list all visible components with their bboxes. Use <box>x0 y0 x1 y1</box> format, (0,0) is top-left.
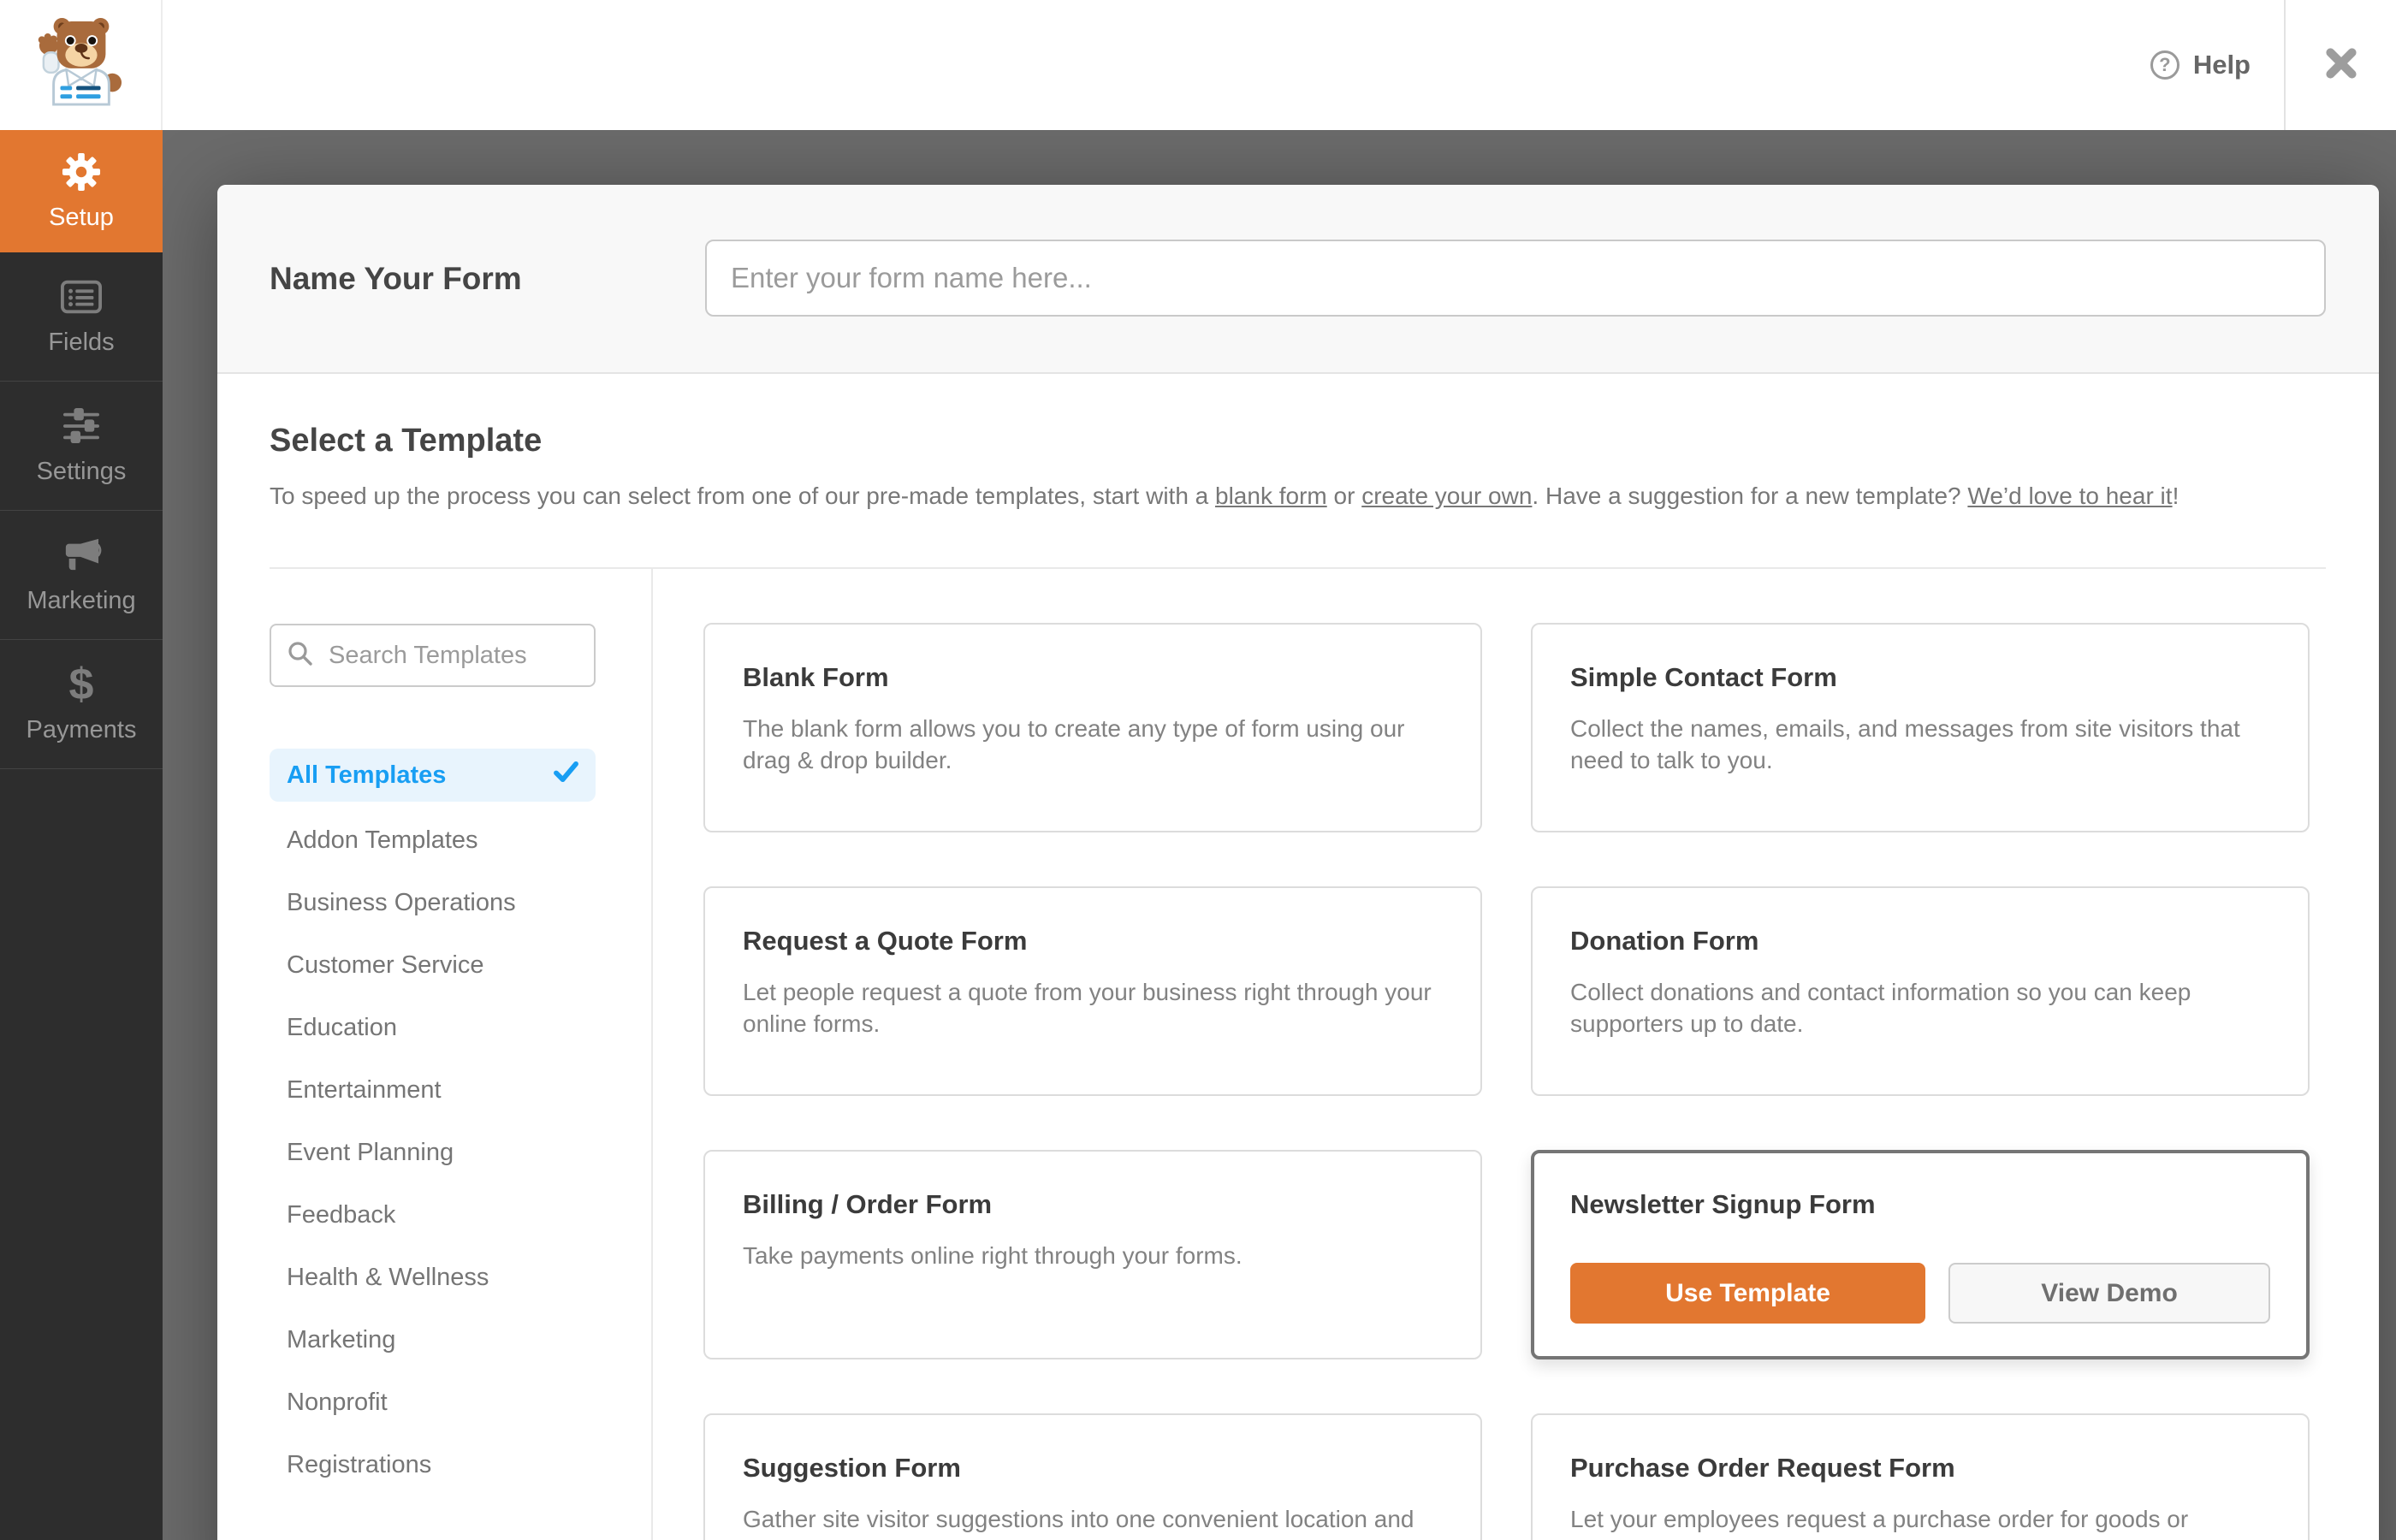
help-question-icon: ? <box>2150 50 2180 80</box>
template-description: Let people request a quote from your bus… <box>743 979 1432 1037</box>
category-label: Addon Templates <box>287 826 478 854</box>
sidebar-item-marketing[interactable]: Marketing <box>0 511 163 640</box>
name-your-form-bar: Name Your Form <box>217 185 2379 374</box>
description-text: ! <box>2172 483 2180 509</box>
template-title: Purchase Order Request Form <box>1570 1453 1955 1483</box>
category-entertainment[interactable]: Entertainment <box>270 1059 596 1122</box>
template-card-request-a-quote-form[interactable]: Request a Quote Form Let people request … <box>703 886 1482 1096</box>
category-label: Customer Service <box>287 951 484 979</box>
wpforms-logo <box>0 0 163 130</box>
template-card-blank-form[interactable]: Blank Form The blank form allows you to … <box>703 623 1482 832</box>
template-title: Blank Form <box>743 662 889 692</box>
category-label: Marketing <box>287 1326 396 1353</box>
gear-icon <box>62 151 101 192</box>
category-customer-service[interactable]: Customer Service <box>270 934 596 997</box>
suggestion-link[interactable]: We’d love to hear it <box>1967 483 2172 509</box>
check-icon <box>554 761 578 790</box>
form-name-input[interactable] <box>705 240 2326 317</box>
blank-form-link[interactable]: blank form <box>1215 483 1327 509</box>
search-icon <box>287 640 314 672</box>
template-description: Collect donations and contact informatio… <box>1570 979 2191 1037</box>
setup-panel: Name Your Form Select a Template To spee… <box>217 185 2379 1540</box>
category-label: Nonprofit <box>287 1389 388 1416</box>
category-label: Event Planning <box>287 1139 454 1166</box>
template-title: Simple Contact Form <box>1570 662 1837 692</box>
top-header: ? Help <box>0 0 2396 130</box>
template-title: Request a Quote Form <box>743 926 1028 956</box>
name-your-form-label: Name Your Form <box>270 260 522 296</box>
description-text: . Have a suggestion for a new template? <box>1532 483 1968 509</box>
template-card-billing-order-form[interactable]: Billing / Order Form Take payments onlin… <box>703 1150 1482 1359</box>
category-feedback[interactable]: Feedback <box>270 1184 596 1247</box>
close-icon <box>2323 45 2359 86</box>
category-label: Feedback <box>287 1201 396 1229</box>
template-card-purchase-order-request-form[interactable]: Purchase Order Request Form Let your emp… <box>1531 1413 2310 1540</box>
category-registrations[interactable]: Registrations <box>270 1434 596 1496</box>
template-description: Let your employees request a purchase or… <box>1570 1506 2189 1540</box>
create-your-own-link[interactable]: create your own <box>1361 483 1532 509</box>
megaphone-icon <box>61 535 102 576</box>
category-nonprofit[interactable]: Nonprofit <box>270 1371 596 1434</box>
category-business-operations[interactable]: Business Operations <box>270 872 596 934</box>
close-builder-button[interactable] <box>2286 0 2396 130</box>
sidebar-item-payments[interactable]: $ Payments <box>0 640 163 769</box>
template-description: Gather site visitor suggestions into one… <box>743 1506 1414 1540</box>
sidebar-item-fields[interactable]: Fields <box>0 252 163 382</box>
search-templates-box <box>270 624 596 687</box>
template-title: Donation Form <box>1570 926 1759 956</box>
category-event-planning[interactable]: Event Planning <box>270 1122 596 1184</box>
sidebar-item-label: Setup <box>49 203 114 231</box>
template-card-donation-form[interactable]: Donation Form Collect donations and cont… <box>1531 886 2310 1096</box>
template-content: Select a Template To speed up the proces… <box>217 422 2379 1540</box>
sidebar-item-label: Marketing <box>27 587 136 614</box>
template-category-list: All Templates Addon Templates Business O… <box>270 749 596 1496</box>
sliders-icon <box>62 406 101 447</box>
category-addon-templates[interactable]: Addon Templates <box>270 809 596 872</box>
sidebar-item-settings[interactable]: Settings <box>0 382 163 511</box>
sidebar-item-label: Fields <box>48 329 115 356</box>
category-label: Education <box>287 1014 397 1041</box>
category-label: Health & Wellness <box>287 1264 489 1291</box>
category-marketing[interactable]: Marketing <box>270 1309 596 1371</box>
template-description: Take payments online right through your … <box>743 1242 1242 1269</box>
builder-sidebar: Setup Fields Settings Marketing $ Paymen… <box>0 130 163 1540</box>
sidebar-item-label: Payments <box>26 716 137 743</box>
template-card-suggestion-form[interactable]: Suggestion Form Gather site visitor sugg… <box>703 1413 1482 1540</box>
use-template-button[interactable]: Use Template <box>1570 1263 1926 1324</box>
template-filter-pane: All Templates Addon Templates Business O… <box>270 569 653 1540</box>
category-label: All Templates <box>287 761 447 789</box>
category-health-wellness[interactable]: Health & Wellness <box>270 1247 596 1309</box>
category-label: Business Operations <box>287 889 516 916</box>
search-templates-input[interactable] <box>327 640 578 671</box>
template-title: Newsletter Signup Form <box>1570 1189 1876 1219</box>
sidebar-item-label: Settings <box>36 458 127 485</box>
form-builder-screen: ? Help Setup Fields Settings Marketing $… <box>0 0 2396 1540</box>
template-card-newsletter-signup-form[interactable]: Newsletter Signup Form Use Template View… <box>1531 1150 2310 1359</box>
view-demo-button[interactable]: View Demo <box>1948 1263 2270 1324</box>
help-label: Help <box>2192 50 2251 80</box>
select-template-description: To speed up the process you can select f… <box>270 480 2326 512</box>
template-description: Collect the names, emails, and messages … <box>1570 715 2240 773</box>
category-label: Registrations <box>287 1451 432 1478</box>
template-title: Suggestion Form <box>743 1453 961 1483</box>
sidebar-item-setup[interactable]: Setup <box>0 130 163 252</box>
template-grid: Blank Form The blank form allows you to … <box>703 623 2326 1540</box>
dollar-icon: $ <box>68 660 94 709</box>
select-template-title: Select a Template <box>270 423 543 459</box>
description-text: To speed up the process you can select f… <box>270 483 1216 509</box>
category-label: Entertainment <box>287 1076 442 1104</box>
description-text: or <box>1326 483 1362 509</box>
template-grid-pane: Blank Form The blank form allows you to … <box>653 569 2326 1540</box>
template-description: The blank form allows you to create any … <box>743 715 1405 773</box>
help-button[interactable]: ? Help <box>2150 50 2251 80</box>
template-title: Billing / Order Form <box>743 1189 993 1219</box>
category-all-templates[interactable]: All Templates <box>270 749 596 802</box>
category-education[interactable]: Education <box>270 997 596 1059</box>
template-card-simple-contact-form[interactable]: Simple Contact Form Collect the names, e… <box>1531 623 2310 832</box>
fields-icon <box>61 276 102 317</box>
wpforms-bear-icon <box>37 17 124 114</box>
